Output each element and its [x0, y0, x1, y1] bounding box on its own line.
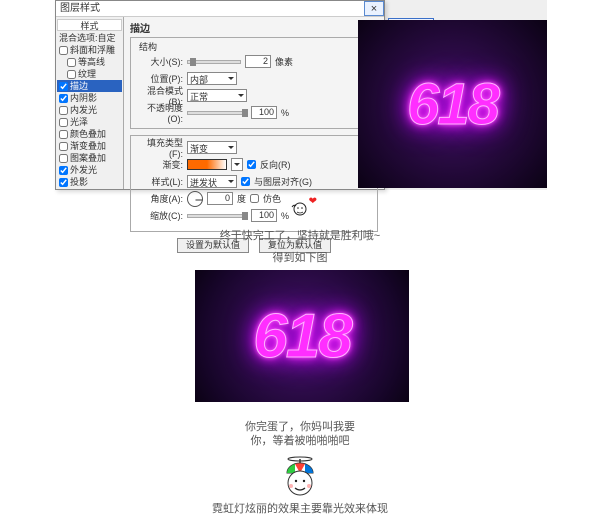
style-check-outerglow[interactable] — [59, 166, 68, 175]
narration-line-1: 终于快完工了，坚持就是胜利哦~ — [0, 227, 600, 243]
gradstyle-value: 迸发状 — [190, 178, 217, 188]
style-label: 颜色叠加 — [70, 128, 106, 140]
style-label: 斜面和浮雕 — [70, 44, 115, 56]
style-label: 渐变叠加 — [70, 140, 106, 152]
style-label: 内发光 — [70, 104, 97, 116]
style-label: 描边 — [70, 80, 88, 92]
style-check-coloroverlay[interactable] — [59, 130, 68, 139]
style-item-innershadow[interactable]: 内阴影 — [57, 92, 122, 104]
style-check-gradoverlay[interactable] — [59, 142, 68, 151]
filltype-label: 填充类型(F): — [137, 136, 183, 159]
style-item-bevel[interactable]: 斜面和浮雕 — [57, 44, 122, 56]
blend-options-label: 混合选项:自定 — [59, 32, 116, 44]
blend-options-item[interactable]: 混合选项:自定 — [57, 32, 122, 44]
structure-fieldset: 结构 大小(S): 2 像素 位置(P): 内部 混合模式(B): 正常 — [130, 37, 378, 129]
neon-text: 618 — [407, 71, 498, 138]
emoji-wipe-sweat-icon: ❤ — [289, 200, 311, 218]
style-check-texture[interactable] — [67, 70, 76, 79]
canvas-preview: 618 — [358, 20, 547, 188]
filltype-value: 渐变 — [190, 144, 208, 154]
opacity-unit: % — [281, 108, 289, 118]
blendmode-value: 正常 — [190, 92, 208, 102]
narration2-extra: 霓虹灯炫丽的效果主要靠光效来体现 — [0, 500, 600, 516]
narration-1: ❤ 终于快完工了，坚持就是胜利哦~ 得到如下图 — [0, 200, 600, 265]
close-icon[interactable]: × — [364, 1, 384, 16]
gradstyle-label: 样式(L): — [137, 175, 183, 188]
style-item-coloroverlay[interactable]: 颜色叠加 — [57, 128, 122, 140]
filltype-select[interactable]: 渐变 — [187, 141, 237, 154]
style-item-texture[interactable]: 纹理 — [57, 68, 122, 80]
size-label: 大小(S): — [137, 55, 183, 68]
size-slider[interactable] — [187, 60, 241, 64]
narration-2: 你完蛋了，你妈叫我要 你，等着被啪啪啪吧 霓虹灯炫丽的效果主要靠光效来体现 — [0, 420, 600, 516]
gradstyle-select[interactable]: 迸发状 — [187, 175, 237, 188]
style-label: 外发光 — [70, 164, 97, 176]
style-label: 纹理 — [78, 68, 96, 80]
style-label: 图案叠加 — [70, 152, 106, 164]
gradient-picker-icon[interactable] — [231, 158, 243, 171]
style-item-satin[interactable]: 光泽 — [57, 116, 122, 128]
styles-header: 样式 — [57, 19, 122, 31]
style-item-outerglow[interactable]: 外发光 — [57, 164, 122, 176]
reverse-check[interactable] — [247, 160, 256, 169]
narration2-line-2: 你，等着被啪啪啪吧 — [0, 434, 600, 448]
gradient-label: 渐变: — [137, 158, 183, 171]
style-check-patternoverlay[interactable] — [59, 154, 68, 163]
result-image: 618 — [195, 270, 409, 402]
position-select[interactable]: 内部 — [187, 72, 237, 85]
opacity-slider[interactable] — [187, 111, 247, 115]
size-unit: 像素 — [275, 55, 293, 68]
style-item-dropshadow[interactable]: 投影 — [57, 176, 122, 188]
align-check[interactable] — [241, 177, 250, 186]
align-label: 与图层对齐(G) — [254, 175, 312, 188]
style-item-patternoverlay[interactable]: 图案叠加 — [57, 152, 122, 164]
style-item-innerglow[interactable]: 内发光 — [57, 104, 122, 116]
style-item-gradoverlay[interactable]: 渐变叠加 — [57, 140, 122, 152]
style-item-contour[interactable]: 等高线 — [57, 56, 122, 68]
dialog-titlebar[interactable]: 图层样式 × — [56, 1, 384, 17]
style-check-contour[interactable] — [67, 58, 76, 67]
narration2-line-1: 你完蛋了，你妈叫我要 — [0, 420, 600, 434]
blendmode-select[interactable]: 正常 — [187, 89, 247, 102]
position-value: 内部 — [190, 75, 208, 85]
style-item-stroke[interactable]: 描边 — [57, 80, 122, 92]
layer-style-dialog: 图层样式 × 样式 混合选项:自定 斜面和浮雕 等高线 — [55, 0, 385, 190]
style-check-bevel[interactable] — [59, 46, 68, 55]
heart-icon: ❤ — [309, 196, 317, 207]
opacity-input[interactable]: 100 — [251, 106, 277, 119]
style-check-innershadow[interactable] — [59, 94, 68, 103]
section-title: 描边 — [130, 20, 378, 35]
style-check-dropshadow[interactable] — [59, 178, 68, 187]
styles-list: 样式 混合选项:自定 斜面和浮雕 等高线 纹理 描 — [56, 17, 124, 189]
reverse-label: 反向(R) — [260, 158, 291, 171]
style-label: 光泽 — [70, 116, 88, 128]
style-check-innerglow[interactable] — [59, 106, 68, 115]
style-check-satin[interactable] — [59, 118, 68, 127]
gradient-swatch[interactable] — [187, 159, 227, 170]
style-label: 等高线 — [78, 56, 105, 68]
narration-line-2: 得到如下图 — [0, 249, 600, 265]
propeller-hat-emoji-icon — [275, 451, 325, 497]
dialog-title: 图层样式 — [60, 1, 100, 17]
opacity-label: 不透明度(O): — [137, 101, 183, 124]
style-label: 内阴影 — [70, 92, 97, 104]
stroke-panel: 描边 结构 大小(S): 2 像素 位置(P): 内部 混合模式(B): — [124, 17, 384, 189]
neon-text-result: 618 — [253, 301, 350, 372]
style-label: 投影 — [70, 176, 88, 188]
size-input[interactable]: 2 — [245, 55, 271, 68]
style-check-stroke[interactable] — [59, 82, 68, 91]
structure-legend: 结构 — [137, 43, 159, 52]
